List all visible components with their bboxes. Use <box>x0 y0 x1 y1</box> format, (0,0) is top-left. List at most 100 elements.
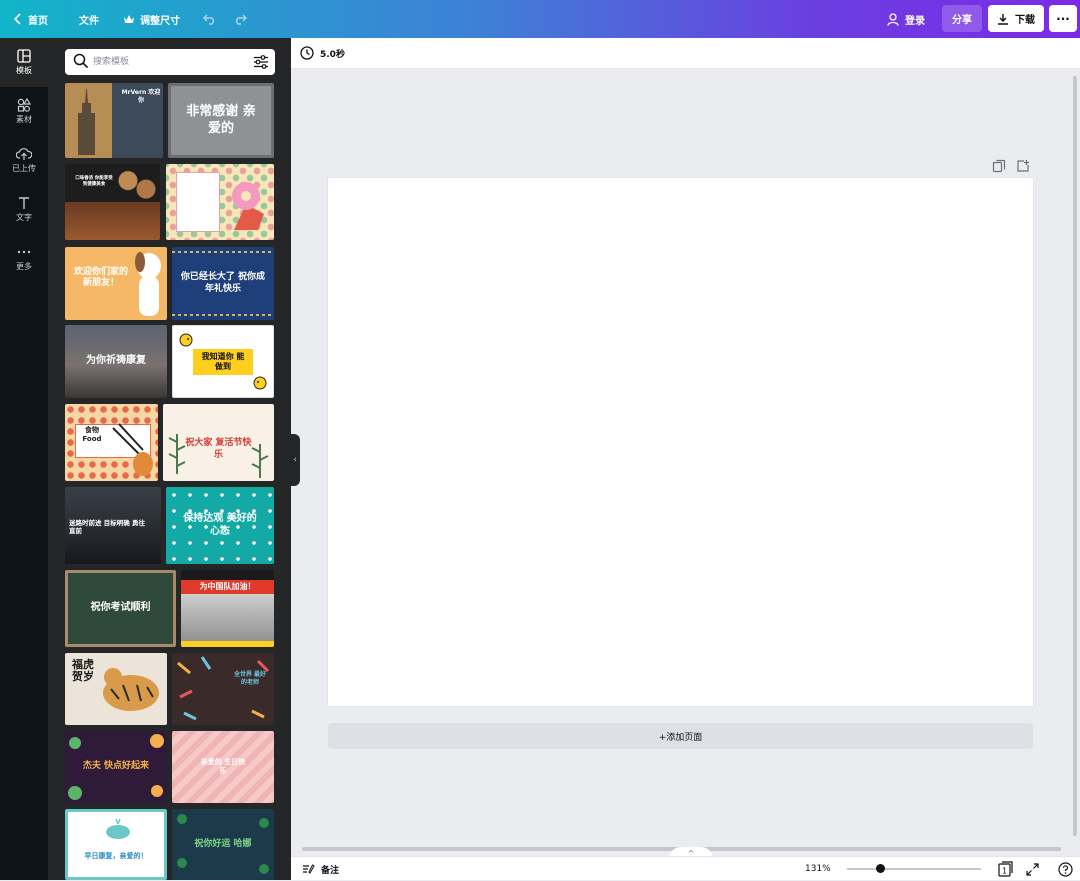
leaf-icon <box>168 434 186 474</box>
template-text: MrVern 欢迎你 <box>121 89 161 104</box>
add-page-label: +添加页面 <box>658 732 703 743</box>
template-text: 祝你考试顺利 <box>90 602 151 614</box>
design-canvas-page[interactable] <box>328 178 1033 706</box>
notes-button[interactable]: 备注 <box>302 857 339 881</box>
more-options-button[interactable]: ··· <box>1049 5 1077 32</box>
page-count-button[interactable]: 1 <box>997 857 1013 881</box>
bottom-bar: 备注 131% 1 <box>291 856 1080 880</box>
template-thumbnail[interactable]: 祝你好运 哈娜 <box>172 809 274 880</box>
add-page-icon[interactable] <box>1016 159 1030 173</box>
sidebar-item-label: 模板 <box>16 66 32 75</box>
sidebar-item-more[interactable]: 更多 <box>0 234 48 283</box>
side-nav: 模板 素材 已上传 文字 更多 <box>0 38 48 880</box>
collapse-panel-handle[interactable]: ‹ <box>290 434 300 486</box>
upload-icon <box>16 148 32 160</box>
crown-icon <box>124 14 134 23</box>
editor-toolbar: 5.0秒 <box>291 38 1080 69</box>
home-button[interactable]: 首页 <box>14 0 48 38</box>
more-icon <box>17 250 31 254</box>
home-label: 首页 <box>28 15 48 27</box>
template-thumbnail[interactable]: MrVern 欢迎你 <box>65 83 163 158</box>
tiger-icon <box>103 668 159 711</box>
accent-strip <box>181 641 274 647</box>
template-thumbnail[interactable]: 迷路时前进 目标明确 勇往直前 <box>65 487 161 564</box>
note-card <box>176 172 220 232</box>
zoom-value: 131% <box>805 864 831 874</box>
filter-icon[interactable] <box>253 54 269 70</box>
template-thumbnail[interactable]: 祝你考试顺利 <box>65 570 176 647</box>
help-icon <box>1058 861 1073 877</box>
zoom-slider-track[interactable] <box>847 868 981 870</box>
expand-icon <box>1026 862 1039 876</box>
dog-icon <box>135 252 161 316</box>
duplicate-page-icon[interactable] <box>992 159 1006 173</box>
share-label: 分享 <box>952 15 972 26</box>
template-thumbnail[interactable]: 非常感谢 亲爱的 <box>168 83 274 158</box>
redo-icon <box>236 14 247 25</box>
notes-icon <box>303 864 315 874</box>
download-button[interactable]: 下载 <box>988 5 1044 32</box>
border-decoration <box>172 251 274 253</box>
template-thumbnail[interactable]: 口味香浓 你能享受到健康美食 <box>65 164 160 240</box>
fullscreen-button[interactable] <box>1026 857 1039 881</box>
template-thumbnail[interactable]: 为你祈祷康复 <box>65 325 167 398</box>
chevron-left-icon <box>14 13 21 25</box>
template-text: 亲爱的 生日快乐 <box>200 758 246 775</box>
file-label: 文件 <box>79 15 99 27</box>
vertical-scrollbar[interactable] <box>1073 76 1077 836</box>
login-label: 登录 <box>905 15 925 27</box>
chevron-left-icon: ‹ <box>293 455 297 465</box>
donut-icon <box>232 182 264 230</box>
building-icon <box>78 89 95 155</box>
share-button[interactable]: 分享 <box>942 5 982 32</box>
template-thumbnail[interactable]: 福虎贺岁 <box>65 653 167 725</box>
template-text: 为中国队加油！ <box>181 580 274 594</box>
sidebar-item-text[interactable]: 文字 <box>0 185 48 234</box>
food-image <box>116 167 156 201</box>
template-thumbnail[interactable]: 你已经长大了 祝你成年礼快乐 <box>172 247 274 320</box>
template-text: 祝大家 复活节快乐 <box>185 438 252 460</box>
help-button[interactable] <box>1058 857 1073 881</box>
zoom-level[interactable]: 131% <box>805 857 831 881</box>
chalk-icon <box>177 656 270 721</box>
pages-icon: 1 <box>998 861 1013 877</box>
sidebar-item-templates[interactable]: 模板 <box>0 38 48 87</box>
undo-button[interactable] <box>203 0 217 38</box>
resize-button[interactable]: 调整尺寸 <box>124 0 180 38</box>
sidebar-item-uploads[interactable]: 已上传 <box>0 136 48 185</box>
template-text: 早日康复，亲爱的！ <box>84 852 148 860</box>
download-label: 下载 <box>1015 15 1035 26</box>
search-input[interactable] <box>93 53 243 71</box>
zoom-slider-handle[interactable] <box>876 864 885 873</box>
template-thumbnail[interactable]: 祝大家 复活节快乐 <box>163 404 274 481</box>
template-thumbnail[interactable]: 杰夫 快点好起来 <box>65 731 167 803</box>
search-box[interactable] <box>65 49 275 75</box>
clock-icon <box>300 46 314 60</box>
sidebar-item-elements[interactable]: 素材 <box>0 87 48 136</box>
add-page-button[interactable]: +添加页面 <box>328 723 1033 749</box>
template-thumbnail[interactable]: 我知道你 能做到 <box>172 325 274 398</box>
template-text: 你已经长大了 祝你成年礼快乐 <box>180 272 266 294</box>
template-thumbnail[interactable]: 早日康复，亲爱的！ <box>65 809 167 880</box>
duration-button[interactable]: 5.0秒 <box>300 46 345 60</box>
chopsticks-icon <box>112 423 153 476</box>
file-menu[interactable]: 文件 <box>79 0 99 38</box>
page-count: 1 <box>1002 867 1007 876</box>
template-icon <box>17 49 31 63</box>
template-thumbnail[interactable]: 食物 Food <box>65 404 158 481</box>
leaf-icon <box>251 444 269 478</box>
planet-icon <box>68 734 164 800</box>
template-thumbnail[interactable] <box>166 164 274 240</box>
template-thumbnail[interactable]: 亲爱的 生日快乐 <box>172 731 274 803</box>
redo-button[interactable] <box>233 0 247 38</box>
whale-icon <box>106 818 130 839</box>
sidebar-item-label: 已上传 <box>12 164 36 173</box>
template-text: 福虎贺岁 <box>72 658 94 684</box>
clover-icon <box>177 814 269 874</box>
template-thumbnail[interactable]: 保持达观 美好的心态 <box>166 487 274 564</box>
template-text: 全世界 最好 的老师 <box>233 671 267 686</box>
template-thumbnail[interactable]: 为中国队加油！ <box>181 570 274 647</box>
template-thumbnail[interactable]: 欢迎你们家的 新朋友！ <box>65 247 167 320</box>
login-button[interactable]: 登录 <box>887 0 925 38</box>
template-thumbnail[interactable]: 全世界 最好 的老师 <box>172 653 274 725</box>
